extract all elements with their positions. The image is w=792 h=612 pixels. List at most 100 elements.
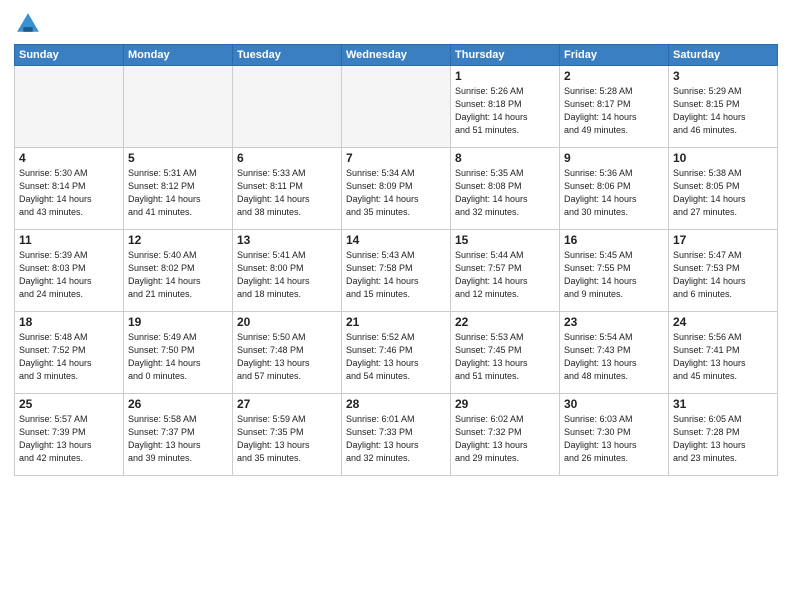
day-info: Sunrise: 5:31 AM Sunset: 8:12 PM Dayligh… [128, 167, 228, 219]
weekday-header-tuesday: Tuesday [233, 45, 342, 66]
day-info: Sunrise: 5:34 AM Sunset: 8:09 PM Dayligh… [346, 167, 446, 219]
calendar-cell [124, 66, 233, 148]
calendar-cell: 7 Sunrise: 5:34 AM Sunset: 8:09 PM Daylig… [342, 148, 451, 230]
day-info: Sunrise: 5:40 AM Sunset: 8:02 PM Dayligh… [128, 249, 228, 301]
weekday-header-row: SundayMondayTuesdayWednesdayThursdayFrid… [15, 45, 778, 66]
calendar-cell: 30 Sunrise: 6:03 AM Sunset: 7:30 PM Dayli… [560, 394, 669, 476]
calendar-cell: 23 Sunrise: 5:54 AM Sunset: 7:43 PM Dayli… [560, 312, 669, 394]
day-number: 21 [346, 315, 446, 329]
calendar-cell: 5 Sunrise: 5:31 AM Sunset: 8:12 PM Daylig… [124, 148, 233, 230]
day-number: 4 [19, 151, 119, 165]
day-number: 27 [237, 397, 337, 411]
day-info: Sunrise: 5:47 AM Sunset: 7:53 PM Dayligh… [673, 249, 773, 301]
calendar-cell: 13 Sunrise: 5:41 AM Sunset: 8:00 PM Dayli… [233, 230, 342, 312]
day-number: 31 [673, 397, 773, 411]
day-info: Sunrise: 5:43 AM Sunset: 7:58 PM Dayligh… [346, 249, 446, 301]
day-number: 1 [455, 69, 555, 83]
day-number: 17 [673, 233, 773, 247]
day-number: 2 [564, 69, 664, 83]
weekday-header-monday: Monday [124, 45, 233, 66]
day-number: 29 [455, 397, 555, 411]
day-number: 5 [128, 151, 228, 165]
day-number: 24 [673, 315, 773, 329]
calendar-week-2: 4 Sunrise: 5:30 AM Sunset: 8:14 PM Daylig… [15, 148, 778, 230]
day-info: Sunrise: 5:57 AM Sunset: 7:39 PM Dayligh… [19, 413, 119, 465]
calendar-cell: 11 Sunrise: 5:39 AM Sunset: 8:03 PM Dayli… [15, 230, 124, 312]
weekday-header-saturday: Saturday [669, 45, 778, 66]
day-info: Sunrise: 5:33 AM Sunset: 8:11 PM Dayligh… [237, 167, 337, 219]
day-info: Sunrise: 5:59 AM Sunset: 7:35 PM Dayligh… [237, 413, 337, 465]
day-info: Sunrise: 6:02 AM Sunset: 7:32 PM Dayligh… [455, 413, 555, 465]
calendar-cell: 9 Sunrise: 5:36 AM Sunset: 8:06 PM Daylig… [560, 148, 669, 230]
calendar-cell: 29 Sunrise: 6:02 AM Sunset: 7:32 PM Dayli… [451, 394, 560, 476]
day-info: Sunrise: 5:58 AM Sunset: 7:37 PM Dayligh… [128, 413, 228, 465]
calendar-cell: 19 Sunrise: 5:49 AM Sunset: 7:50 PM Dayli… [124, 312, 233, 394]
day-number: 25 [19, 397, 119, 411]
calendar-cell: 26 Sunrise: 5:58 AM Sunset: 7:37 PM Dayli… [124, 394, 233, 476]
day-number: 8 [455, 151, 555, 165]
day-number: 22 [455, 315, 555, 329]
page-container: SundayMondayTuesdayWednesdayThursdayFrid… [0, 0, 792, 484]
day-number: 11 [19, 233, 119, 247]
calendar-cell: 22 Sunrise: 5:53 AM Sunset: 7:45 PM Dayli… [451, 312, 560, 394]
calendar-cell: 15Sunrise: 5:44 AM Sunset: 7:57 PM Dayli… [451, 230, 560, 312]
day-info: Sunrise: 5:29 AM Sunset: 8:15 PM Dayligh… [673, 85, 773, 137]
day-info: Sunrise: 5:36 AM Sunset: 8:06 PM Dayligh… [564, 167, 664, 219]
day-info: Sunrise: 6:05 AM Sunset: 7:28 PM Dayligh… [673, 413, 773, 465]
calendar-table: SundayMondayTuesdayWednesdayThursdayFrid… [14, 44, 778, 476]
calendar-cell: 16 Sunrise: 5:45 AM Sunset: 7:55 PM Dayli… [560, 230, 669, 312]
calendar-cell: 3 Sunrise: 5:29 AM Sunset: 8:15 PM Daylig… [669, 66, 778, 148]
day-number: 16 [564, 233, 664, 247]
day-number: 7 [346, 151, 446, 165]
weekday-header-thursday: Thursday [451, 45, 560, 66]
calendar-cell: 21 Sunrise: 5:52 AM Sunset: 7:46 PM Dayli… [342, 312, 451, 394]
logo [14, 10, 46, 38]
day-info: Sunrise: 5:39 AM Sunset: 8:03 PM Dayligh… [19, 249, 119, 301]
day-info: Sunrise: 6:01 AM Sunset: 7:33 PM Dayligh… [346, 413, 446, 465]
day-number: 20 [237, 315, 337, 329]
day-info: Sunrise: 5:54 AM Sunset: 7:43 PM Dayligh… [564, 331, 664, 383]
calendar-cell: 10 Sunrise: 5:38 AM Sunset: 8:05 PM Dayli… [669, 148, 778, 230]
day-info: Sunrise: 5:56 AM Sunset: 7:41 PM Dayligh… [673, 331, 773, 383]
day-info: Sunrise: 5:53 AM Sunset: 7:45 PM Dayligh… [455, 331, 555, 383]
calendar-cell: 31 Sunrise: 6:05 AM Sunset: 7:28 PM Dayli… [669, 394, 778, 476]
day-number: 23 [564, 315, 664, 329]
calendar-cell: 2Sunrise: 5:28 AM Sunset: 8:17 PM Daylig… [560, 66, 669, 148]
calendar-cell: 8 Sunrise: 5:35 AM Sunset: 8:08 PM Daylig… [451, 148, 560, 230]
day-number: 13 [237, 233, 337, 247]
logo-icon [14, 10, 42, 38]
calendar-cell [233, 66, 342, 148]
calendar-cell: 17 Sunrise: 5:47 AM Sunset: 7:53 PM Dayli… [669, 230, 778, 312]
calendar-cell: 25 Sunrise: 5:57 AM Sunset: 7:39 PM Dayli… [15, 394, 124, 476]
day-info: Sunrise: 6:03 AM Sunset: 7:30 PM Dayligh… [564, 413, 664, 465]
calendar-cell: 18Sunrise: 5:48 AM Sunset: 7:52 PM Dayli… [15, 312, 124, 394]
day-info: Sunrise: 5:38 AM Sunset: 8:05 PM Dayligh… [673, 167, 773, 219]
weekday-header-friday: Friday [560, 45, 669, 66]
day-info: Sunrise: 5:30 AM Sunset: 8:14 PM Dayligh… [19, 167, 119, 219]
header [14, 10, 778, 38]
day-number: 12 [128, 233, 228, 247]
calendar-cell: 20 Sunrise: 5:50 AM Sunset: 7:48 PM Dayli… [233, 312, 342, 394]
day-info: Sunrise: 5:50 AM Sunset: 7:48 PM Dayligh… [237, 331, 337, 383]
calendar-week-5: 25 Sunrise: 5:57 AM Sunset: 7:39 PM Dayli… [15, 394, 778, 476]
day-number: 18 [19, 315, 119, 329]
calendar-cell: 12 Sunrise: 5:40 AM Sunset: 8:02 PM Dayli… [124, 230, 233, 312]
day-info: Sunrise: 5:52 AM Sunset: 7:46 PM Dayligh… [346, 331, 446, 383]
day-info: Sunrise: 5:41 AM Sunset: 8:00 PM Dayligh… [237, 249, 337, 301]
calendar-week-3: 11 Sunrise: 5:39 AM Sunset: 8:03 PM Dayli… [15, 230, 778, 312]
day-info: Sunrise: 5:35 AM Sunset: 8:08 PM Dayligh… [455, 167, 555, 219]
calendar-cell [342, 66, 451, 148]
calendar-cell: 6Sunrise: 5:33 AM Sunset: 8:11 PM Daylig… [233, 148, 342, 230]
day-info: Sunrise: 5:45 AM Sunset: 7:55 PM Dayligh… [564, 249, 664, 301]
calendar-week-4: 18Sunrise: 5:48 AM Sunset: 7:52 PM Dayli… [15, 312, 778, 394]
day-info: Sunrise: 5:44 AM Sunset: 7:57 PM Dayligh… [455, 249, 555, 301]
day-info: Sunrise: 5:49 AM Sunset: 7:50 PM Dayligh… [128, 331, 228, 383]
day-number: 9 [564, 151, 664, 165]
day-number: 26 [128, 397, 228, 411]
day-number: 3 [673, 69, 773, 83]
day-number: 19 [128, 315, 228, 329]
day-number: 30 [564, 397, 664, 411]
day-number: 10 [673, 151, 773, 165]
day-info: Sunrise: 5:26 AM Sunset: 8:18 PM Dayligh… [455, 85, 555, 137]
weekday-header-sunday: Sunday [15, 45, 124, 66]
